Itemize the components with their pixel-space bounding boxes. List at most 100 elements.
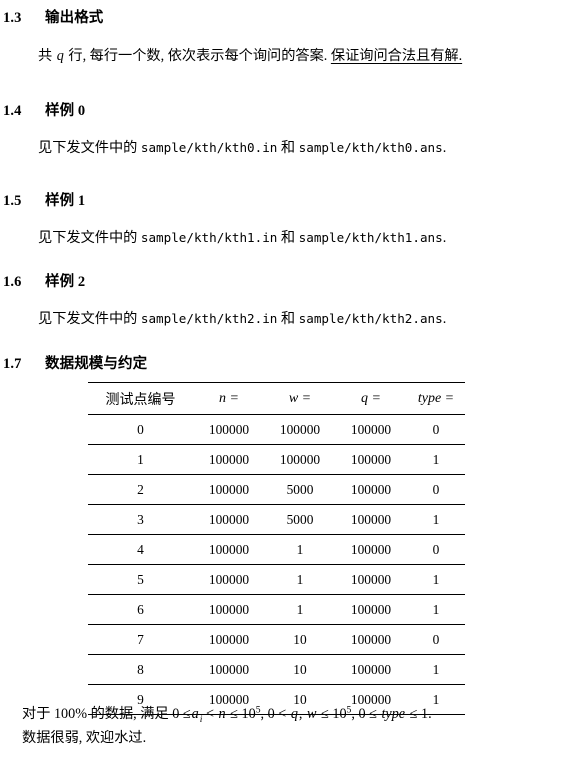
cell-test-id: 7 [88,624,193,655]
cell-type: 1 [407,504,465,535]
sample-prefix: 见下发文件中的 [38,311,138,327]
cell-type: 1 [407,444,465,475]
cell-test-id: 5 [88,564,193,595]
section-number: 1.4 [3,103,22,119]
sample-prefix: 见下发文件中的 [38,140,138,156]
cell-test-id: 6 [88,594,193,625]
section-number: 1.7 [3,356,22,372]
cell-w: 100000 [265,444,335,475]
cell-q: 100000 [335,444,407,475]
sample-period: . [442,140,447,156]
sample-answer-file: sample/kth/kth1.ans [298,230,443,245]
cell-w: 1 [265,594,335,625]
expr-sub-i: i [199,713,203,725]
expr-p7: ≤ 1. [409,706,432,722]
cell-n: 100000 [193,444,265,475]
sample-2-paragraph: 见下发文件中的 sample/kth/kth2.in 和 sample/kth/… [38,310,446,329]
document-page: 1.3 输出格式 共 q 行, 每行一个数, 依次表示每个询问的答案. 保证询问合… [0,0,566,774]
cell-w: 100000 [265,414,335,445]
expr-comma: , [298,706,303,722]
cell-n: 100000 [193,654,265,685]
cell-test-id: 8 [88,654,193,685]
table-row: 4 100000 1 100000 0 [88,534,465,565]
column-header-test-id: 测试点编号 [88,382,193,415]
section-title: 数据规模与约定 [45,356,148,372]
cell-w: 5000 [265,504,335,535]
cell-test-id: 3 [88,504,193,535]
sample-input-file: sample/kth/kth0.in [140,140,278,155]
table-row: 5 100000 1 100000 1 [88,564,465,595]
sample-period: . [442,230,447,246]
cell-q: 100000 [335,654,407,685]
cell-q: 100000 [335,534,407,565]
sample-period: . [442,311,447,327]
cell-n: 100000 [193,564,265,595]
cell-q: 100000 [335,414,407,445]
output-format-lead: 共 [38,48,53,64]
cell-n: 100000 [193,594,265,625]
cell-type: 1 [407,654,465,685]
section-number: 1.3 [3,10,22,26]
cell-w: 1 [265,534,335,565]
section-number: 1.6 [3,274,22,290]
table-body: 0 100000 100000 100000 0 1 100000 100000… [88,414,465,715]
sample-conjunction: 和 [280,230,296,246]
table-row: 1 100000 100000 100000 1 [88,444,465,475]
cell-q: 100000 [335,474,407,505]
cell-n: 100000 [193,504,265,535]
cell-test-id: 2 [88,474,193,505]
cell-w: 1 [265,564,335,595]
constraints-note: 数据很弱, 欢迎水过. [22,730,147,746]
cell-q: 100000 [335,504,407,535]
column-header-w: w = [265,382,335,415]
column-header-q: q = [335,382,407,415]
cell-type: 0 [407,534,465,565]
cell-q: 100000 [335,624,407,655]
data-scale-table: 测试点编号 n = w = q = type = 0 100000 100000… [88,382,465,715]
output-format-paragraph: 共 q 行, 每行一个数, 依次表示每个询问的答案. 保证询问合法且有解. [38,47,462,66]
section-heading-data-scale: 1.7 数据规模与约定 [3,352,147,373]
constraints-paragraph: 对于 100% 的数据, 满足 0 ≤ai < n ≤ 105, 0 < q, … [22,705,550,724]
expr-p3: ≤ 10 [230,706,256,722]
table-row: 8 100000 10 100000 1 [88,654,465,685]
cell-type: 0 [407,624,465,655]
cell-type: 0 [407,474,465,505]
expr-var-w: w [307,706,317,722]
sample-input-file: sample/kth/kth2.in [140,311,278,326]
section-heading-sample-1: 1.5 样例 1 [3,189,85,210]
cell-w: 5000 [265,474,335,505]
section-number: 1.5 [3,193,22,209]
section-title: 样例 2 [45,274,86,290]
column-header-type: type = [407,382,465,415]
constraints-percent: 100% [53,706,88,722]
cell-w: 10 [265,654,335,685]
section-heading-sample-0: 1.4 样例 0 [3,99,85,120]
expr-p1: 0 ≤ [172,706,191,722]
expr-var-type: type [381,706,406,722]
sample-prefix: 见下发文件中的 [38,230,138,246]
cell-test-id: 1 [88,444,193,475]
section-title: 样例 0 [45,103,86,119]
cell-type: 1 [407,564,465,595]
expr-p6: , 0 ≤ [351,706,377,722]
sample-0-paragraph: 见下发文件中的 sample/kth/kth0.in 和 sample/kth/… [38,139,446,158]
cell-type: 1 [407,594,465,625]
section-title: 输出格式 [45,10,104,26]
output-format-body: 行, 每行一个数, 依次表示每个询问的答案. [68,48,328,64]
cell-type: 0 [407,414,465,445]
cell-test-id: 4 [88,534,193,565]
expr-var-a: a [191,706,199,722]
section-heading-sample-2: 1.6 样例 2 [3,270,85,291]
expr-p2: < [205,706,214,722]
table-row: 7 100000 10 100000 0 [88,624,465,655]
section-heading-output-format: 1.3 输出格式 [3,6,103,27]
cell-n: 100000 [193,474,265,505]
cell-w: 10 [265,624,335,655]
output-format-emphasis: 保证询问合法且有解. [330,48,463,64]
sample-input-file: sample/kth/kth1.in [140,230,278,245]
constraints-lead: 对于 [22,706,51,722]
sample-answer-file: sample/kth/kth2.ans [298,311,443,326]
expr-p5: ≤ 10 [321,706,347,722]
table-row: 0 100000 100000 100000 0 [88,414,465,445]
constraints-mid: 的数据, 满足 [90,706,169,722]
